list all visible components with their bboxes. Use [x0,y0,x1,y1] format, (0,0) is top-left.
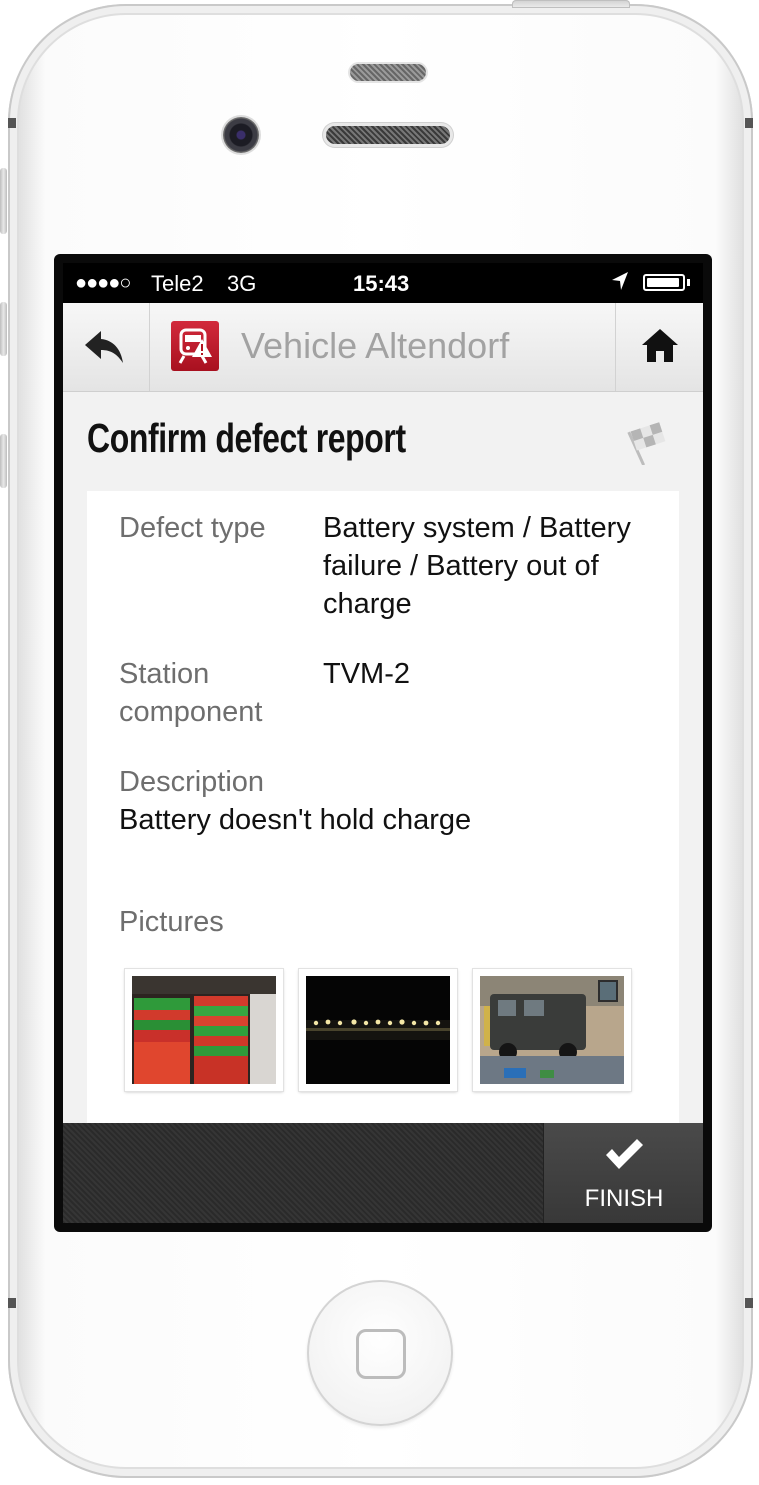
battery-tip [687,279,690,286]
signal-strength: ●●●●○ [75,272,131,294]
description-value: Battery doesn't hold charge [119,804,472,836]
defect-type-value-line2: failure / Battery out of [323,550,599,582]
home-nav-button[interactable] [615,303,703,391]
defect-details-card: Defect type Battery system / Battery fai… [87,491,679,1131]
picture-thumbnail[interactable] [299,969,457,1091]
nav-title: Vehicle Altendorf [241,325,510,366]
home-button[interactable] [307,1280,453,1426]
location-arrow-icon [611,271,629,297]
train-warning-icon [171,321,219,371]
crates-photo [132,976,276,1084]
battery-icon [643,274,685,291]
carrier-name: Tele2 [151,271,204,296]
clock: 15:43 [353,271,410,296]
workshop-vehicle-photo [480,976,624,1084]
network-type: 3G [227,271,257,296]
power-button [512,0,630,8]
nav-bar: Vehicle Altendorf [63,303,703,392]
defect-type-label: Defect type [119,512,266,544]
front-camera [223,117,259,153]
antenna-band [8,1298,16,1308]
checkered-flag-icon [621,421,673,470]
back-arrow-icon [85,331,123,363]
mute-switch [0,168,7,234]
defect-type-value-line1: Battery system / Battery [323,512,631,544]
status-bar: ●●●●○ Tele2 3G 15:43 [63,263,703,303]
antenna-band [745,1298,753,1308]
station-component-label-line2: component [119,696,263,728]
night-building-photo [306,976,450,1084]
home-button-square-icon [356,1329,406,1379]
volume-down-button [0,434,7,488]
antenna-band [745,118,753,128]
picture-thumbnail[interactable] [125,969,283,1091]
finish-label: FINISH [584,1185,664,1212]
proximity-sensor [350,64,426,81]
defect-type-value-line3: charge [323,588,412,620]
bottom-toolbar: FINISH [63,1123,703,1223]
screen: ●●●●○ Tele2 3G 15:43 Vehicle Altendorf C… [63,263,703,1223]
station-component-value: TVM-2 [323,658,410,690]
description-label: Description [119,766,265,798]
earpiece-speaker [326,126,450,144]
page-title: Confirm defect report [87,415,406,461]
pictures-label: Pictures [119,906,224,938]
picture-thumbnail[interactable] [473,969,631,1091]
station-component-label-line1: Station [119,658,210,690]
home-icon [642,329,678,362]
antenna-band [8,118,16,128]
volume-up-button [0,302,7,356]
checkmark-icon [606,1139,643,1169]
finish-button[interactable]: FINISH [543,1123,703,1223]
back-button[interactable] [63,303,150,391]
